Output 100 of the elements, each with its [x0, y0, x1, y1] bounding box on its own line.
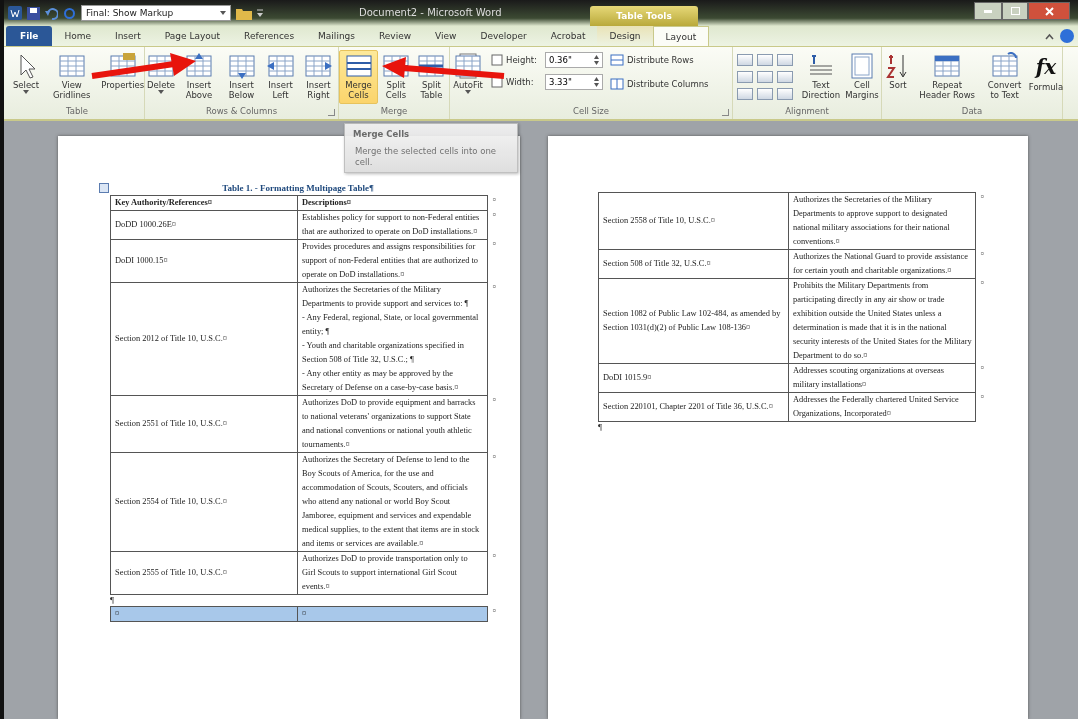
align-button[interactable]: [757, 88, 773, 100]
table-cell-text: Authorizes the Secretary of Defense to lend to the Boy Scouts of America, for the use and accommodation of Scouts, Scouters, and officials who attend any national or world Boy Scout Jamboree, equipment and services and expendable medical supplies, to the extent that items are in stock and items or services are available.¤: [301, 454, 481, 550]
ribbon-button[interactable]: Sort: [882, 50, 914, 104]
table-header-cell: Key Authority/References¤: [111, 196, 298, 210]
ribbon-tab[interactable]: Developer: [468, 26, 539, 46]
align-button[interactable]: [757, 71, 773, 83]
field-label: Height:: [506, 55, 538, 65]
ribbon-tab[interactable]: References: [232, 26, 307, 46]
ribbon-button[interactable]: Merge Cells: [339, 50, 379, 104]
group-label: Rows & Columns: [204, 106, 279, 118]
align-button[interactable]: [777, 71, 793, 83]
ribbon-button[interactable]: Text Direction: [800, 50, 842, 104]
table-cell: Section 1082 of Public Law 102-484, as amended by Section 1031(d)(2) of Public Law 108-136¤: [599, 279, 789, 363]
customize-icon[interactable]: [257, 9, 263, 17]
spinner-arrows-icon[interactable]: [594, 77, 599, 87]
ribbon-button[interactable]: fx Formula: [1030, 50, 1062, 104]
table-cell: DoDI 1015.9¤: [599, 364, 789, 392]
ribbon-button[interactable]: Distribute Rows: [608, 50, 711, 70]
group-label: Data: [960, 106, 984, 118]
table-cell-text: Authorizes DoD to provide equipment and barracks to national veterans' organizations to support State and national conventions or national youth athletic tournaments.¤: [301, 397, 477, 451]
ribbon-button[interactable]: Cell Margins: [842, 50, 881, 104]
folder-icon[interactable]: [236, 6, 252, 20]
table-cell-text: ¤: [301, 608, 308, 620]
merge-cells-icon: [343, 52, 374, 80]
window-title: Document2 - Microsoft Word: [359, 7, 502, 18]
align-button[interactable]: [777, 88, 793, 100]
align-button[interactable]: [737, 88, 753, 100]
ribbon-button[interactable]: Select: [10, 50, 42, 104]
ribbon-tab[interactable]: Insert: [103, 26, 153, 46]
align-button[interactable]: [737, 71, 753, 83]
ribbon-button[interactable]: Convert to Text: [980, 50, 1029, 104]
dialog-launcher-icon[interactable]: [722, 109, 729, 116]
ribbon-button[interactable]: Split Table: [413, 50, 449, 104]
markup-dropdown[interactable]: Final: Show Markup: [81, 5, 231, 21]
repeat-header-icon: [932, 52, 963, 80]
table-cell-text: Authorizes DoD to provide transportation only to Girl Scouts to support international Girl Scout events.¤: [301, 553, 469, 593]
table-move-handle-icon[interactable]: [99, 183, 109, 193]
word-logo-icon[interactable]: [8, 6, 22, 20]
ribbon-button[interactable]: Distribute Columns: [608, 74, 711, 94]
ribbon-button[interactable]: Insert Right: [298, 50, 338, 104]
collapse-ribbon-icon[interactable]: [1045, 32, 1054, 40]
paragraph-mark: ¶: [598, 422, 604, 433]
close-button[interactable]: [1028, 2, 1070, 20]
ribbon-tab[interactable]: View: [423, 26, 469, 46]
ribbon-button[interactable]: Properties: [101, 50, 144, 104]
table-cell-text: Provides procedures and assigns responsibilities for support of non-Federal entities that are authorized to operate on DoD installations.¤: [301, 241, 480, 281]
insert-below-icon: [226, 52, 257, 80]
ribbon-tab[interactable]: Layout: [652, 26, 710, 46]
ribbon-button[interactable]: View Gridlines: [43, 50, 101, 104]
table-header-cell-text: Descriptions¤: [301, 197, 352, 209]
spinner-arrows-icon[interactable]: [594, 55, 599, 65]
ribbon-button[interactable]: Repeat Header Rows: [915, 50, 980, 104]
field-label: Width:: [506, 77, 535, 87]
table-cell: DoDD 1000.26E¤: [111, 211, 298, 239]
align-button[interactable]: [737, 54, 753, 66]
group-label: Merge: [379, 106, 409, 118]
table-grid-icon: [56, 52, 87, 80]
table-cell: Section 2012 of Title 10, U.S.C.¤: [111, 283, 298, 395]
ribbon-tab[interactable]: Design: [597, 26, 653, 46]
ribbon-button[interactable]: Insert Below: [220, 50, 263, 104]
table-cell: Section 2558 of Title 10, U.S.C.¤: [599, 193, 789, 249]
row-height-icon: [491, 54, 503, 66]
table-cell-text: Establishes policy for support to non-Federal entities that are authorized to operate on DoD installations.¤: [301, 212, 481, 238]
table-cell-text: Addresses the Federally chartered United Service Organizations, Incorporated¤: [792, 394, 960, 420]
minimize-button[interactable]: [974, 2, 1002, 20]
group-label: Table: [65, 106, 89, 118]
ribbon-button[interactable]: AutoFit: [450, 50, 486, 104]
table-cell-text: Authorizes the Secretaries of the Military Departments to provide support and services to: ¶ - Any Federal, regional, State, or local governmental entity; ¶ - Youth and charitable organizations specified in Section 508 of Title 32, U.S.C.; ¶ - Any other entity as may be approved by the Secretary of Defense on a case-by-case basis.¤: [301, 284, 480, 394]
dialog-launcher-icon[interactable]: [328, 109, 335, 116]
table-cell: Section 2555 of Title 10, U.S.C.¤: [111, 552, 298, 594]
table-cell: Section 220101, Chapter 2201 of Title 36, U.S.C.¤: [599, 393, 789, 421]
minimize-icon: [984, 9, 992, 13]
close-icon: [1044, 6, 1054, 16]
table-cell-text: Prohibits the Military Departments from participating directly in any air show or trade exhibition outside the United States unless a determination is made that it is in the national security interests of the United States for the Military Department to do so.¤: [792, 280, 973, 362]
distribute-rows-icon: [610, 54, 624, 66]
table-cell: ¤: [111, 607, 298, 621]
insert-right-icon: [303, 52, 334, 80]
insert-left-icon: [265, 52, 296, 80]
table-cell: Section 2554 of Title 10, U.S.C.¤: [111, 453, 298, 551]
restore-button[interactable]: [1002, 2, 1028, 20]
table-cell: DoDI 1000.15¤: [111, 240, 298, 282]
dropdown-caret-icon: [220, 11, 226, 15]
table-cell: Section 2551 of Title 10, U.S.C.¤: [111, 396, 298, 452]
tooltip-text: Merge the selected cells into one cell.: [354, 146, 498, 168]
ribbon-tab[interactable]: Acrobat: [538, 26, 598, 46]
table-cell: Section 508 of Title 32, U.S.C.¤: [599, 250, 789, 278]
distribute-columns-icon: [610, 78, 624, 90]
spin-field[interactable]: 0.36": [545, 52, 603, 68]
spin-field[interactable]: 3.33": [545, 74, 603, 90]
ribbon-tab[interactable]: Review: [367, 26, 424, 46]
align-button[interactable]: [777, 54, 793, 66]
align-button[interactable]: [757, 54, 773, 66]
ribbon-tab[interactable]: Page Layout: [152, 26, 233, 46]
ribbon-tab[interactable]: Home: [52, 26, 103, 46]
context-group-label: Table Tools: [590, 6, 698, 26]
save-icon[interactable]: [27, 6, 40, 20]
file-menu-tab[interactable]: File: [6, 26, 53, 46]
ribbon-button[interactable]: Insert Left: [263, 50, 298, 104]
ribbon-tab[interactable]: Mailings: [306, 26, 367, 46]
undo-icon[interactable]: [45, 6, 58, 20]
